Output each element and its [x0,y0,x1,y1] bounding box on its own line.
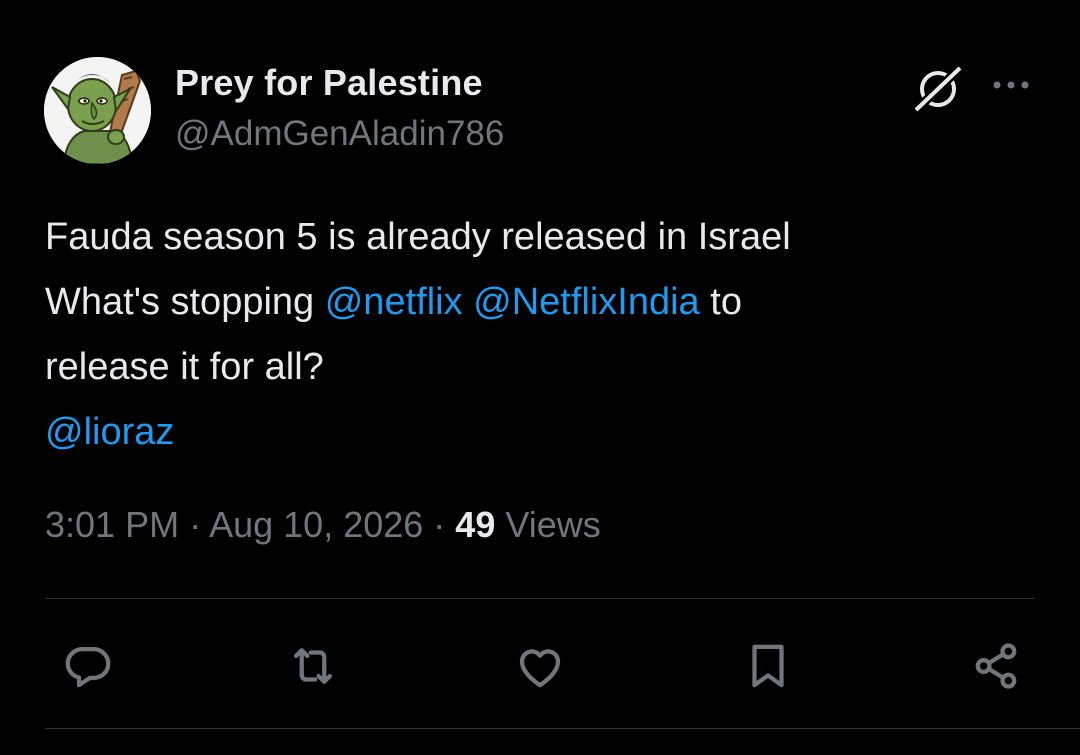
share-button[interactable] [968,638,1024,694]
author-handle[interactable]: @AdmGenAladin786 [175,114,504,154]
tweet-text-line: release it for all? [45,346,324,388]
tweet-time[interactable]: 3:01 PM [45,504,179,545]
retweet-button[interactable] [285,638,341,694]
tweet-detail: Prey for Palestine @AdmGenAladin786 Faud… [0,0,1080,755]
retweet-arrows-icon [293,648,333,684]
tweet-text-fragment: What's stopping [45,281,325,323]
divider [45,598,1035,599]
author-display-name[interactable]: Prey for Palestine [175,62,483,104]
heart-icon [519,649,561,688]
mention-link-netflix[interactable]: @netflix [325,281,463,323]
divider [45,728,1080,729]
views-label[interactable]: Views [495,504,600,545]
tweet-text-line: Fauda season 5 is already released in Is… [45,216,791,258]
grok-icon[interactable] [910,64,966,114]
bookmark-button[interactable] [740,638,796,694]
tweet-text-line: @lioraz [45,400,1035,465]
tweet-meta: 3:01 PM · Aug 10, 2026 · 49 Views [45,504,601,546]
tweet-text-line: What's stopping @netflix @NetflixIndia t… [45,270,1035,335]
like-button[interactable] [512,638,568,694]
goblin-with-club-avatar-icon [44,57,151,164]
mention-link-netflixindia[interactable]: @NetflixIndia [473,281,700,323]
bookmark-icon [752,644,784,688]
tweet-text-fragment [463,281,474,323]
more-dots-icon[interactable] [988,70,1034,100]
tweet-text-fragment: to [699,281,742,323]
avatar[interactable] [44,57,151,164]
reply-bubble-icon [65,646,111,688]
meta-separator: · [179,504,210,545]
tweet-date[interactable]: Aug 10, 2026 [209,504,423,545]
mention-link-lioraz[interactable]: @lioraz [45,411,174,453]
reply-button[interactable] [60,638,116,694]
meta-separator: · [423,504,456,545]
views-count[interactable]: 49 [455,504,495,545]
tweet-text: Fauda season 5 is already released in Is… [45,205,1035,465]
share-nodes-icon [975,643,1017,689]
